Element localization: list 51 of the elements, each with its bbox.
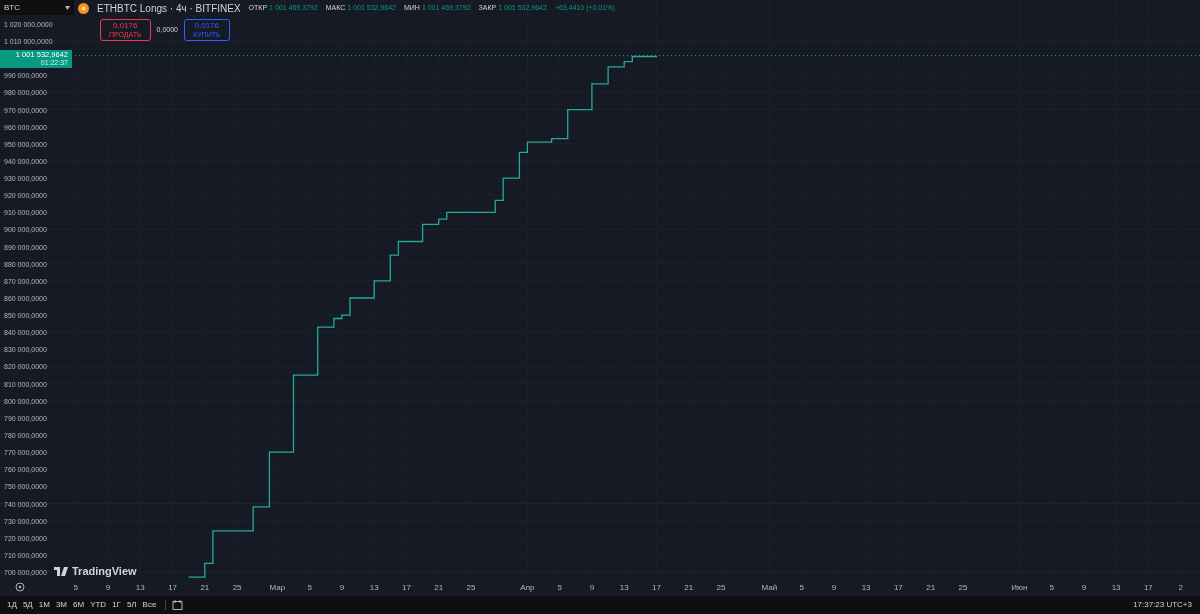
axis-label: Апр [520, 583, 535, 592]
range-button[interactable]: Все [139, 599, 160, 611]
axis-label: 21 [434, 583, 444, 592]
axis-label: 17 [1143, 583, 1153, 592]
axis-label: 9 [105, 583, 111, 592]
axis-label: 25 [232, 583, 242, 592]
axis-label: 25 [466, 583, 476, 592]
axis-label: 17 [402, 583, 411, 592]
axis-label: 17 [168, 583, 178, 592]
axis-label: 5 [73, 583, 79, 592]
axis-label: 13 [619, 583, 629, 592]
axis-label: 13 [369, 583, 379, 592]
axis-label: 25 [958, 583, 968, 592]
range-button[interactable]: 1Г [109, 599, 124, 611]
range-button[interactable]: 1Д [4, 599, 20, 611]
axis-label: 9 [1081, 583, 1087, 592]
axis-label: 17 [652, 583, 661, 592]
coin-icon [78, 3, 89, 14]
axis-label: 9 [831, 583, 837, 592]
axis-label: Июн [1011, 583, 1028, 592]
range-button[interactable]: 5Д [19, 599, 36, 611]
axis-label: 21 [684, 583, 694, 592]
range-button[interactable]: YTD [87, 599, 110, 611]
calendar-icon[interactable] [172, 600, 184, 610]
axis-label: 5 [1049, 583, 1054, 592]
symbol-select[interactable]: BTC [0, 0, 74, 15]
axis-label: 25 [716, 583, 726, 592]
axis-label: 2 [1178, 583, 1183, 592]
axis-label: Май [761, 583, 778, 592]
symbol-title: ETHBTC Longs · 4ч · BITFINEX [97, 2, 241, 16]
axis-label: 5 [799, 583, 804, 592]
axis-label: 17 [893, 583, 903, 592]
logo-icon [54, 566, 68, 576]
axis-label: Мар [269, 583, 286, 592]
clock-text: 17:37:23 UTC+3 [1133, 599, 1193, 611]
range-button[interactable]: 3М [52, 599, 70, 611]
range-button[interactable]: 5Л [123, 599, 140, 611]
axis-label: 5 [307, 583, 312, 592]
axis-label: 13 [1111, 583, 1121, 592]
range-button[interactable]: 1М [35, 599, 53, 611]
range-button[interactable]: 6М [70, 599, 88, 611]
axis-label: 13 [861, 583, 871, 592]
axis-label: 21 [926, 583, 936, 592]
axis-label: 5 [557, 583, 562, 592]
settings-icon[interactable] [15, 582, 25, 592]
axis-label: 9 [339, 583, 345, 592]
axis-label: 13 [135, 583, 145, 592]
caret-icon [65, 5, 70, 10]
axis-label: 21 [200, 583, 210, 592]
axis-label: 9 [589, 583, 595, 592]
logo-text: TradingView [72, 564, 137, 579]
